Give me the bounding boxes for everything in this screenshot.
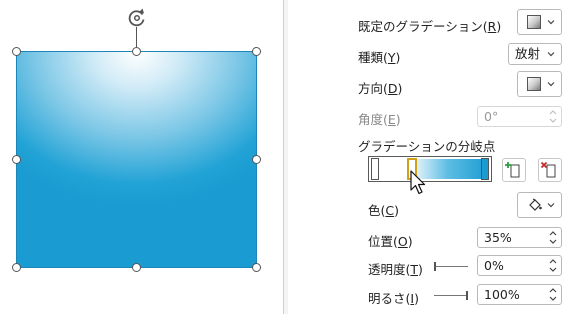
resize-handle-top-left[interactable]: [12, 47, 21, 56]
chevron-down-icon: [547, 52, 555, 57]
remove-gradient-stop-button[interactable]: [538, 158, 562, 182]
resize-handle-top[interactable]: [132, 47, 141, 56]
gradient-angle-spinner[interactable]: 0°: [477, 106, 562, 127]
gradient-direction-label: 方向(D): [358, 81, 403, 96]
gradient-stop-3[interactable]: [481, 158, 489, 180]
spinner-arrows-icon[interactable]: [549, 108, 557, 125]
stop-color-label: 色(C): [368, 203, 400, 218]
resize-handle-bottom-left[interactable]: [12, 263, 21, 272]
gradient-preview-icon: [527, 15, 541, 29]
resize-handle-bottom[interactable]: [132, 263, 141, 272]
rotate-icon[interactable]: [126, 7, 148, 29]
resize-handle-right[interactable]: [252, 155, 261, 164]
transparency-slider-thumb[interactable]: [434, 262, 436, 271]
stop-transparency-spinner[interactable]: 0%: [477, 255, 562, 276]
transparency-slider-track[interactable]: [434, 266, 468, 267]
gradient-angle-label: 角度(E): [358, 112, 401, 127]
stop-transparency-value: 0%: [484, 258, 504, 273]
stop-position-value: 35%: [484, 230, 512, 245]
add-gradient-stop-icon: [505, 162, 520, 178]
gradient-rectangle-shape[interactable]: [16, 51, 257, 268]
chevron-down-icon: [547, 20, 555, 25]
stop-position-label: 位置(O): [368, 234, 413, 249]
spinner-arrows-icon[interactable]: [549, 257, 557, 274]
stop-color-button[interactable]: [517, 192, 562, 218]
paint-bucket-icon: [529, 198, 542, 211]
gradient-stops-preview: [371, 159, 489, 179]
chevron-down-icon: [547, 82, 555, 87]
chevron-down-icon: [547, 203, 555, 208]
stop-brightness-label: 明るさ(I): [368, 291, 419, 306]
gradient-stop-1[interactable]: [371, 158, 379, 180]
gradient-angle-value: 0°: [484, 109, 499, 124]
preset-gradient-label: 既定のグラデーション(R): [358, 19, 502, 34]
gradient-stops-label: グラデーションの分岐点: [358, 139, 496, 154]
resize-handle-top-right[interactable]: [252, 47, 261, 56]
add-gradient-stop-button[interactable]: [502, 158, 526, 182]
stop-transparency-label: 透明度(T): [368, 262, 423, 277]
preset-gradient-button[interactable]: [517, 9, 562, 35]
rotation-handle-connector: [136, 27, 137, 47]
direction-preview-icon: [527, 77, 541, 91]
gradient-direction-button[interactable]: [517, 71, 562, 97]
pane-scroll-edge: [284, 0, 288, 314]
gradient-type-label: 種類(Y): [358, 50, 401, 65]
spinner-arrows-icon[interactable]: [549, 286, 557, 303]
remove-gradient-stop-icon: [540, 161, 556, 178]
stop-brightness-spinner[interactable]: 100%: [477, 284, 562, 305]
brightness-slider-thumb[interactable]: [466, 291, 468, 300]
stop-position-spinner[interactable]: 35%: [477, 227, 562, 248]
gradient-type-dropdown[interactable]: 放射: [508, 43, 562, 65]
stop-brightness-value: 100%: [484, 287, 520, 302]
resize-handle-bottom-right[interactable]: [252, 263, 261, 272]
gradient-stops-bar[interactable]: [368, 156, 492, 182]
mouse-pointer-icon: [410, 170, 428, 196]
brightness-slider-track[interactable]: [434, 295, 468, 296]
spinner-arrows-icon[interactable]: [549, 229, 557, 246]
gradient-type-value: 放射: [515, 46, 541, 61]
resize-handle-left[interactable]: [12, 155, 21, 164]
